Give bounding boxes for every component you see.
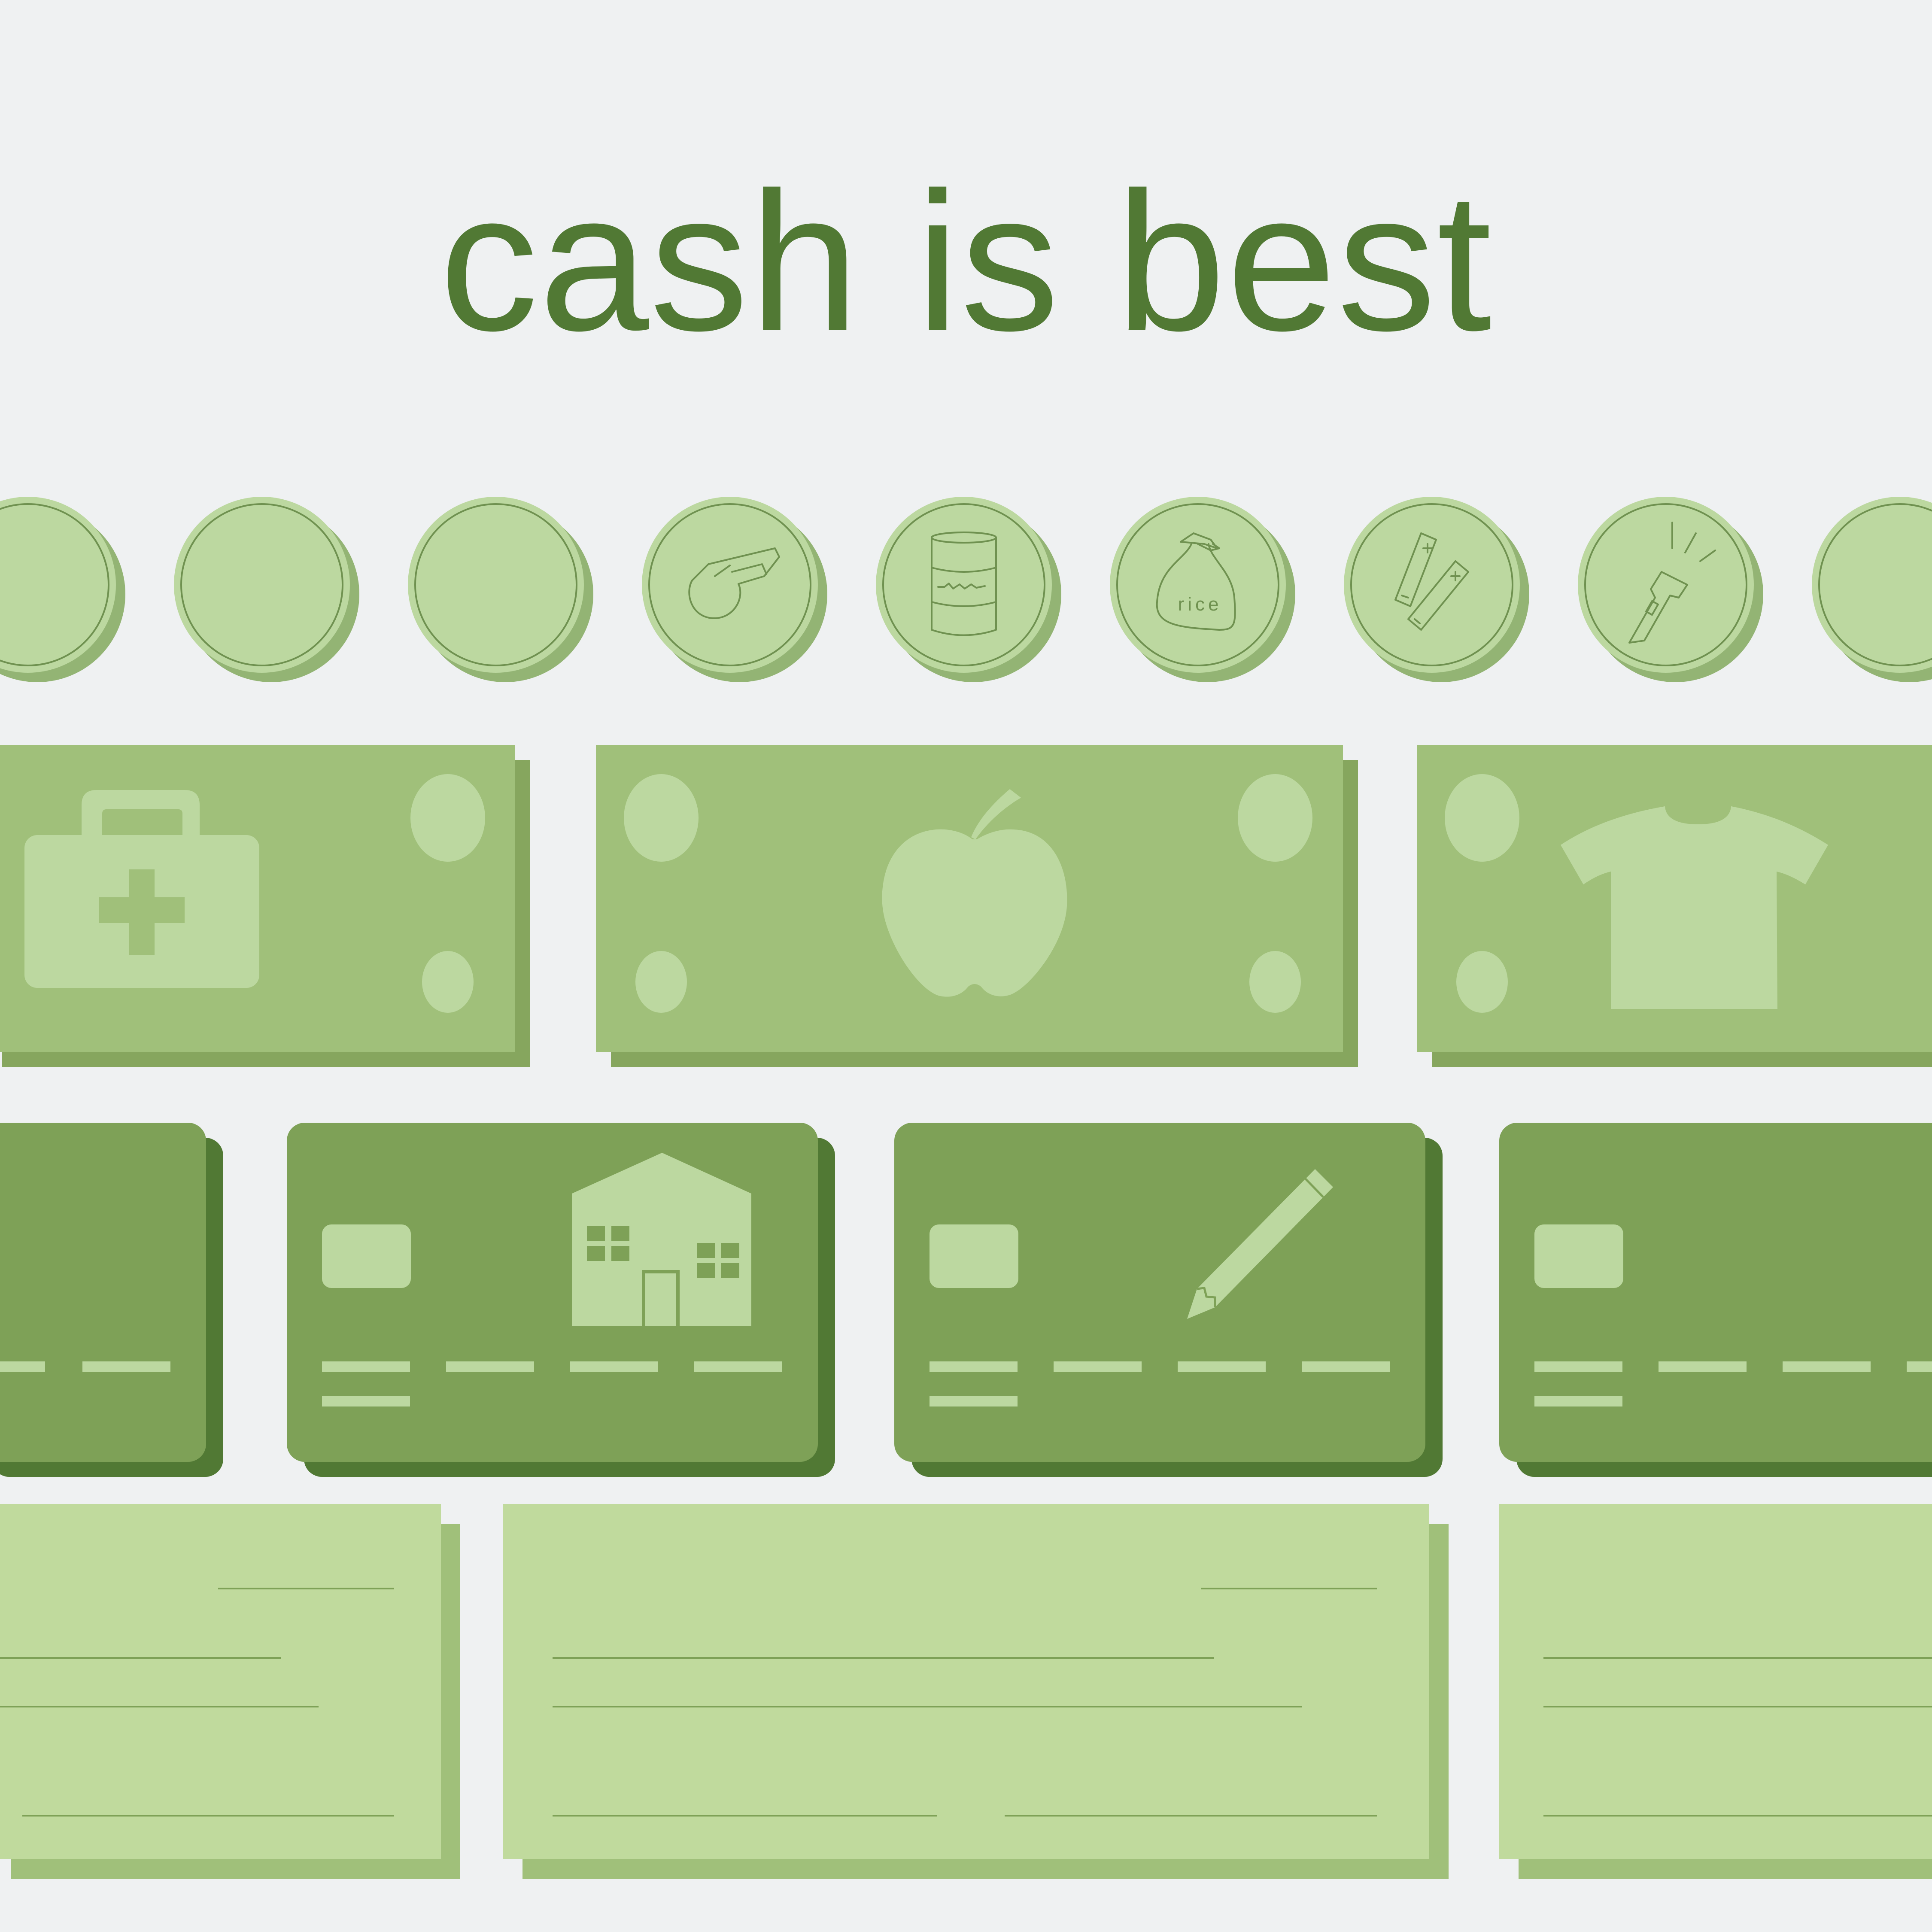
coin bbox=[0, 497, 125, 682]
coin-face bbox=[408, 497, 584, 673]
coin-face bbox=[1812, 497, 1932, 673]
card-face bbox=[0, 1123, 206, 1462]
coin bbox=[174, 497, 359, 682]
window bbox=[697, 1263, 715, 1278]
card-chip bbox=[930, 1224, 1018, 1288]
check-face bbox=[0, 1504, 441, 1859]
card-chip bbox=[1534, 1224, 1623, 1288]
card-face bbox=[894, 1123, 1425, 1462]
card-number-stripe bbox=[1659, 1361, 1747, 1372]
card bbox=[1499, 1123, 1932, 1477]
card-number-stripe bbox=[1783, 1361, 1871, 1372]
bill-corner-oval bbox=[635, 951, 687, 1013]
coin-face bbox=[642, 497, 818, 673]
coin bbox=[408, 497, 593, 682]
card-number-stripe bbox=[930, 1361, 1018, 1372]
bill-corner-oval bbox=[1238, 774, 1312, 862]
card-number-stripe bbox=[322, 1361, 410, 1372]
card-number-stripe bbox=[0, 1361, 45, 1372]
window bbox=[587, 1226, 605, 1241]
check bbox=[0, 1504, 460, 1879]
coin bbox=[1812, 497, 1932, 682]
coin-face bbox=[1344, 497, 1520, 673]
payment-illustration: rice bbox=[0, 497, 1932, 1879]
coin bbox=[642, 497, 827, 682]
coin bbox=[876, 497, 1061, 682]
check-face bbox=[1499, 1504, 1932, 1859]
bill-corner-oval bbox=[624, 774, 699, 862]
bill bbox=[0, 745, 530, 1067]
card-number-stripe bbox=[446, 1361, 534, 1372]
door-panel bbox=[645, 1273, 676, 1326]
bill-corner-oval bbox=[410, 774, 485, 862]
card-number-stripe bbox=[570, 1361, 658, 1372]
rice-label: rice bbox=[1178, 594, 1222, 615]
card bbox=[287, 1123, 835, 1477]
coin bbox=[1578, 497, 1763, 682]
card-row bbox=[0, 1123, 1932, 1477]
bill-row bbox=[0, 745, 1932, 1067]
card-number-stripe bbox=[1302, 1361, 1390, 1372]
card-number-stripe bbox=[1534, 1396, 1622, 1406]
bill-corner-oval bbox=[1456, 951, 1508, 1013]
card-number-stripe bbox=[1534, 1361, 1622, 1372]
bill-corner-oval bbox=[422, 951, 474, 1013]
card-number-stripe bbox=[694, 1361, 782, 1372]
coin-face bbox=[1110, 497, 1286, 673]
card-chip bbox=[322, 1224, 411, 1288]
check-face bbox=[503, 1504, 1429, 1859]
card-number-stripe bbox=[322, 1396, 410, 1406]
coin: rice bbox=[1110, 497, 1295, 682]
window bbox=[587, 1246, 605, 1261]
bill bbox=[596, 745, 1358, 1067]
window bbox=[611, 1226, 629, 1241]
check bbox=[1499, 1504, 1932, 1879]
card-number-stripe bbox=[1178, 1361, 1266, 1372]
card-face bbox=[1499, 1123, 1932, 1462]
window bbox=[697, 1243, 715, 1258]
window bbox=[611, 1246, 629, 1261]
check bbox=[503, 1504, 1449, 1879]
coin bbox=[1344, 497, 1529, 682]
coin-face bbox=[174, 497, 350, 673]
card-number-stripe bbox=[1907, 1361, 1932, 1372]
card bbox=[894, 1123, 1443, 1477]
bill-corner-oval bbox=[1249, 951, 1301, 1013]
check-row bbox=[0, 1504, 1932, 1879]
card-number-stripe bbox=[930, 1396, 1018, 1406]
bill bbox=[1417, 745, 1932, 1067]
card-number-stripe bbox=[1054, 1361, 1142, 1372]
card-number-stripe bbox=[82, 1361, 170, 1372]
bill-corner-oval bbox=[1445, 774, 1519, 862]
coin-face bbox=[1578, 497, 1754, 673]
coin-row: rice bbox=[0, 497, 1932, 682]
window bbox=[721, 1263, 739, 1278]
coin-face bbox=[876, 497, 1052, 673]
card bbox=[0, 1123, 223, 1477]
window bbox=[721, 1243, 739, 1258]
